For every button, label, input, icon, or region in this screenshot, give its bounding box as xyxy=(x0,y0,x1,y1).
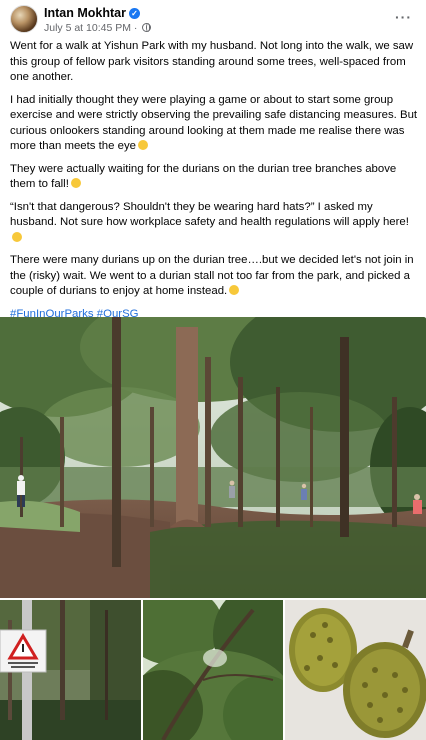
park-trees-photo[interactable] xyxy=(0,317,426,598)
durians-photo[interactable] xyxy=(285,600,426,740)
post-timestamp[interactable]: July 5 at 10:45 PM xyxy=(44,22,131,34)
thinking-emoji-icon xyxy=(138,140,148,150)
globe-icon xyxy=(142,23,152,32)
durian-tree-canopy-photo[interactable] xyxy=(143,600,283,740)
paragraph-2: I had initially thought they were playin… xyxy=(10,93,418,153)
warning-sign-photo[interactable] xyxy=(0,600,141,740)
author-avatar[interactable] xyxy=(10,5,38,33)
grinning-emoji-icon xyxy=(70,178,81,188)
post-text: Went for a walk at Yishun Park with my h… xyxy=(10,39,420,329)
more-options-icon[interactable]: ··· xyxy=(395,9,412,25)
paragraph-3: They were actually waiting for the duria… xyxy=(10,162,397,191)
post-meta: July 5 at 10:45 PM · xyxy=(44,22,152,34)
paragraph-5: There were many durians up on the durian… xyxy=(10,254,414,297)
smile-emoji-icon xyxy=(229,285,240,295)
facebook-post: Intan Mokhtar ✓ July 5 at 10:45 PM · ··· … xyxy=(0,0,426,740)
author-name-row: Intan Mokhtar ✓ xyxy=(44,6,140,20)
verified-badge-icon: ✓ xyxy=(128,8,140,19)
author-name[interactable]: Intan Mokhtar xyxy=(44,6,126,20)
post-header: Intan Mokhtar ✓ July 5 at 10:45 PM · ··· xyxy=(0,0,426,38)
photo-row xyxy=(0,600,426,740)
sweat-smile-emoji-icon xyxy=(12,231,22,242)
paragraph-1: Went for a walk at Yishun Park with my h… xyxy=(10,40,414,83)
paragraph-4: “Isn't that dangerous? Shouldn't they be… xyxy=(10,200,420,247)
